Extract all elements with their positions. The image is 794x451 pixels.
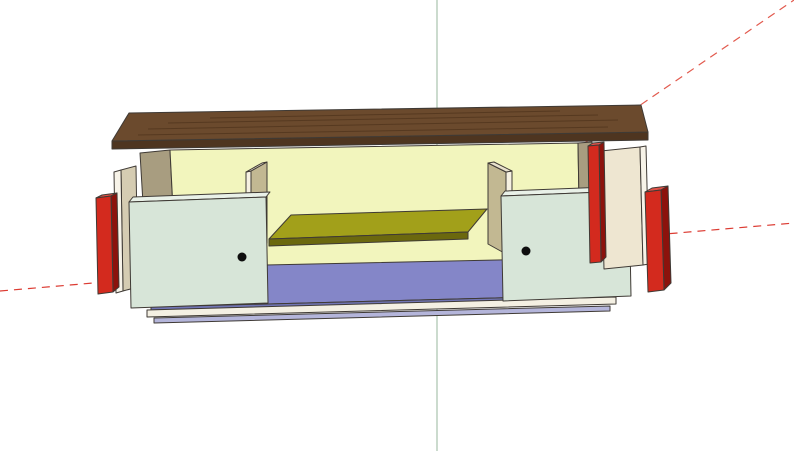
- leg-rear-right-front-face[interactable]: [587, 144, 602, 264]
- model-canvas[interactable]: [0, 0, 794, 451]
- leg-front-left-front-face[interactable]: [95, 195, 114, 295]
- side-panel-right-face[interactable]: [600, 146, 644, 270]
- door-left-face[interactable]: [128, 196, 269, 309]
- leg-front-right-front-face[interactable]: [644, 189, 665, 293]
- door-right-knob[interactable]: [521, 246, 531, 256]
- model-viewport[interactable]: [0, 0, 794, 451]
- door-left-knob[interactable]: [237, 252, 247, 262]
